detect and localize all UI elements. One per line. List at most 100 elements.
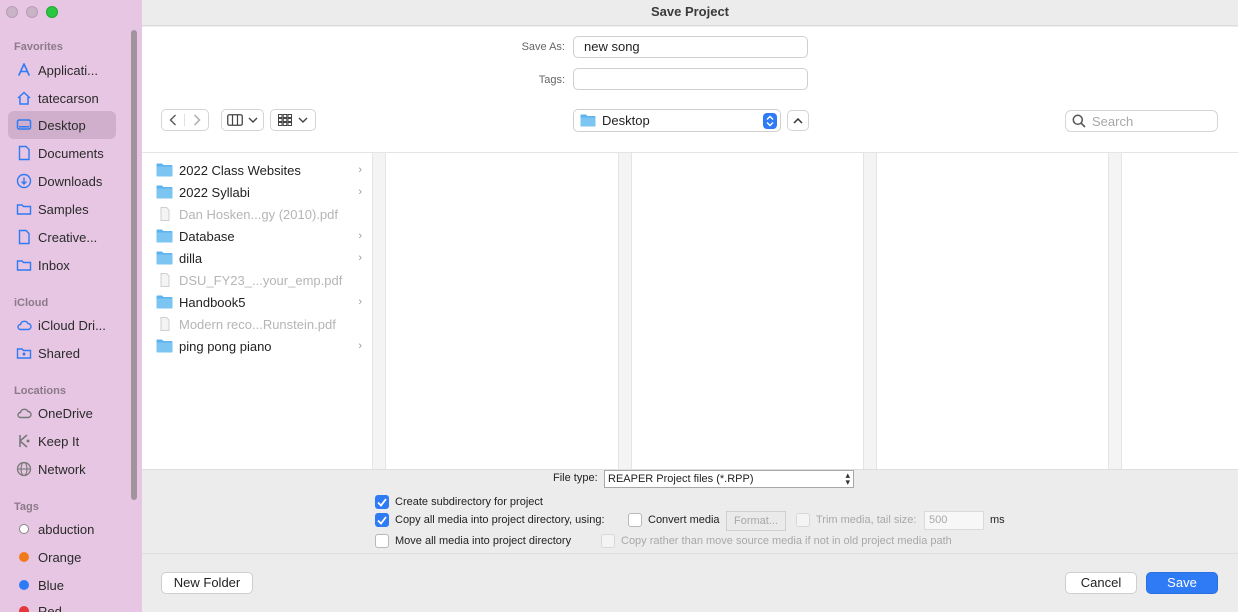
sidebar-tag-abduction[interactable]: abduction	[8, 515, 116, 543]
forward-button[interactable]	[185, 114, 208, 126]
copy-rather-label: Copy rather than move source media if no…	[621, 535, 952, 547]
folder-icon	[16, 201, 32, 217]
up-down-chevron-icon	[766, 115, 774, 127]
sidebar: Favorites Applicati... tatecarson Deskto…	[0, 0, 142, 612]
file-type-select[interactable]: REAPER Project files (*.RPP) ▴ ▾	[604, 470, 854, 488]
file-name: dilla	[179, 250, 203, 266]
copy-rather-checkbox[interactable]	[601, 534, 615, 548]
trim-media-checkbox[interactable]	[796, 513, 810, 527]
checkmark-icon	[377, 515, 387, 525]
file-name: 2022 Class Websites	[179, 162, 301, 178]
sidebar-tag-orange[interactable]: Orange	[8, 543, 116, 571]
chevron-right-icon: ›	[358, 340, 362, 352]
column-resizer[interactable]	[1108, 153, 1122, 469]
chevron-right-icon: ›	[358, 230, 362, 242]
file-row[interactable]: Handbook5 ›	[156, 291, 362, 313]
sidebar-item-creative[interactable]: Creative...	[8, 223, 116, 251]
column-resizer[interactable]	[863, 153, 877, 469]
copy-media-checkbox[interactable]	[375, 513, 389, 527]
folder-icon	[156, 163, 173, 177]
folder-icon	[156, 229, 173, 243]
zoom-window-button[interactable]	[46, 6, 58, 18]
tags-field[interactable]	[573, 68, 808, 90]
move-media-checkbox[interactable]	[375, 534, 389, 548]
file-name: Modern reco...Runstein.pdf	[179, 316, 336, 332]
file-name: Dan Hosken...gy (2010).pdf	[179, 206, 338, 222]
location-stepper	[763, 113, 777, 129]
file-row[interactable]: 2022 Syllabi ›	[156, 181, 362, 203]
keepit-icon	[16, 433, 32, 449]
document-icon	[16, 229, 32, 245]
sidebar-tag-blue[interactable]: Blue	[8, 571, 116, 599]
file-row[interactable]: Database ›	[156, 225, 362, 247]
close-window-button[interactable]	[6, 6, 18, 18]
sidebar-item-downloads[interactable]: Downloads	[8, 167, 116, 195]
sidebar-item-keep-it[interactable]: Keep It	[8, 427, 116, 455]
sidebar-item-label: OneDrive	[38, 405, 93, 421]
up-down-chevron-icon: ▴ ▾	[845, 470, 850, 487]
folder-icon	[156, 295, 173, 309]
sidebar-item-icloud-drive[interactable]: iCloud Dri...	[8, 311, 116, 339]
sidebar-section-locations: Locations	[14, 385, 66, 397]
move-media-label: Move all media into project directory	[395, 535, 572, 547]
sidebar-item-network[interactable]: Network	[8, 455, 116, 483]
file-name: ping pong piano	[179, 338, 272, 354]
sidebar-item-applications[interactable]: Applicati...	[8, 56, 116, 84]
sidebar-item-documents[interactable]: Documents	[8, 139, 116, 167]
search-icon	[1072, 114, 1086, 128]
document-icon	[16, 145, 32, 161]
home-icon	[16, 90, 32, 106]
sidebar-item-samples[interactable]: Samples	[8, 195, 116, 223]
file-name: Handbook5	[179, 294, 246, 310]
file-row[interactable]: 2022 Class Websites ›	[156, 159, 362, 181]
file-row: Dan Hosken...gy (2010).pdf	[156, 203, 362, 225]
file-row[interactable]: ping pong piano ›	[156, 335, 362, 357]
sidebar-scrollbar[interactable]	[131, 30, 137, 500]
new-folder-button[interactable]: New Folder	[161, 572, 253, 594]
sidebar-item-label: Samples	[38, 201, 89, 217]
sidebar-item-label: tatecarson	[38, 90, 99, 106]
sidebar-item-label: abduction	[38, 521, 95, 537]
sidebar-item-desktop[interactable]: Desktop	[8, 111, 116, 139]
sidebar-item-onedrive[interactable]: OneDrive	[8, 399, 116, 427]
search-field[interactable]	[1065, 110, 1218, 132]
chevron-left-icon	[169, 114, 176, 126]
format-button[interactable]: Format...	[726, 511, 786, 531]
save-button[interactable]: Save	[1146, 572, 1218, 594]
create-subdir-checkbox[interactable]	[375, 495, 389, 509]
sidebar-item-label: Documents	[38, 145, 104, 161]
file-name: DSU_FY23_...your_emp.pdf	[179, 272, 343, 288]
sidebar-section-icloud: iCloud	[14, 297, 49, 309]
sidebar-item-label: Red	[38, 603, 62, 612]
create-subdir-label: Create subdirectory for project	[395, 496, 543, 508]
tag-dot-icon	[16, 603, 32, 612]
minimize-window-button[interactable]	[26, 6, 38, 18]
sidebar-item-shared[interactable]: Shared	[8, 339, 116, 367]
back-button[interactable]	[162, 114, 186, 126]
sidebar-item-inbox[interactable]: Inbox	[8, 251, 116, 279]
file-row[interactable]: dilla ›	[156, 247, 362, 269]
column-resizer[interactable]	[618, 153, 632, 469]
tail-size-input[interactable]: 500	[924, 511, 984, 530]
download-icon	[16, 173, 32, 189]
sidebar-item-label: Downloads	[38, 173, 103, 189]
save-as-field[interactable]: new song	[573, 36, 808, 58]
sidebar-section-favorites: Favorites	[14, 41, 63, 53]
view-mode-button[interactable]	[221, 109, 264, 131]
search-input[interactable]	[1092, 113, 1202, 129]
collapse-dialog-button[interactable]	[787, 110, 809, 131]
column-resizer[interactable]	[372, 153, 386, 469]
sidebar-item-label: iCloud Dri...	[38, 317, 106, 333]
sidebar-item-label: Creative...	[38, 229, 98, 245]
cancel-button[interactable]: Cancel	[1065, 572, 1137, 594]
file-name: Database	[179, 228, 235, 244]
convert-media-checkbox[interactable]	[628, 513, 642, 527]
location-dropdown[interactable]: Desktop	[573, 109, 781, 132]
convert-media-label: Convert media	[648, 514, 720, 526]
sidebar-tag-red[interactable]: Red	[8, 597, 116, 612]
file-row: Modern reco...Runstein.pdf	[156, 313, 362, 335]
folder-icon	[156, 251, 173, 265]
sidebar-item-home[interactable]: tatecarson	[8, 84, 116, 112]
group-by-button[interactable]	[270, 109, 316, 131]
cloud-icon	[16, 405, 32, 421]
